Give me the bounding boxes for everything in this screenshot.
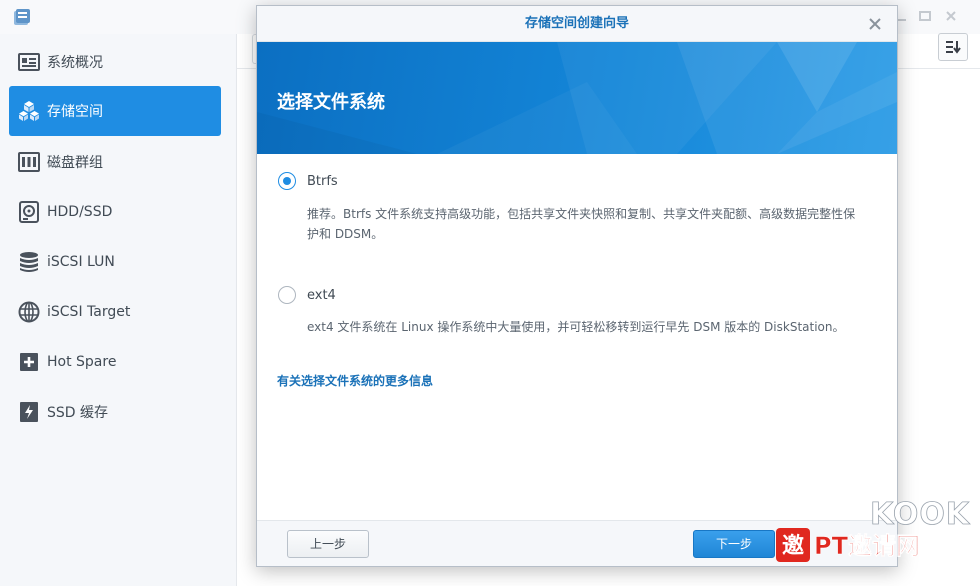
ext4-label[interactable]: ext4	[307, 288, 336, 303]
storage-cubes-icon	[18, 100, 40, 122]
storage-manager-app-icon	[11, 6, 33, 28]
watermark-text: PT邀请网	[814, 532, 920, 560]
globe-icon	[18, 301, 40, 323]
watermark-brand: KOOK	[870, 497, 971, 532]
sidebar-item-label: 存储空间	[47, 104, 103, 120]
sidebar-item-overview[interactable]: 系统概况	[9, 37, 221, 87]
sidebar-item-label: HDD/SSD	[47, 204, 113, 220]
ext4-radio[interactable]	[278, 286, 296, 304]
btrfs-description: 推荐。Btrfs 文件系统支持高级功能，包括共享文件夹快照和复制、共享文件夹配额…	[307, 204, 867, 244]
btrfs-radio[interactable]	[278, 172, 296, 190]
storage-creation-wizard-dialog: 存储空间创建向导 选择文件系统 Btrfs 推荐。Btrfs 文件系统支持高级功…	[256, 5, 898, 567]
more-info-link[interactable]: 有关选择文件系统的更多信息	[277, 372, 433, 389]
watermark: KOOK 邀 PT邀请网	[776, 494, 976, 582]
maximize-icon[interactable]	[918, 8, 932, 22]
sidebar-item-storage[interactable]: 存储空间	[9, 86, 221, 136]
database-stack-icon	[18, 251, 40, 273]
overview-card-icon	[18, 51, 40, 73]
sidebar-item-hot-spare[interactable]: Hot Spare	[9, 337, 221, 387]
ssd-cache-icon	[18, 401, 40, 423]
sidebar-item-label: iSCSI LUN	[47, 254, 115, 270]
previous-button[interactable]: 上一步	[287, 530, 369, 558]
btrfs-description-line: 护和 DDSM。	[307, 227, 384, 241]
ext4-description: ext4 文件系统在 Linux 操作系统中大量使用，并可轻松移转到运行早先 D…	[307, 317, 867, 337]
disk-group-icon	[18, 151, 40, 173]
dialog-title: 存储空间创建向导	[524, 16, 629, 31]
sidebar-item-label: 磁盘群组	[47, 155, 103, 171]
btrfs-label[interactable]: Btrfs	[307, 174, 338, 189]
sidebar-item-ssd-cache[interactable]: SSD 缓存	[9, 387, 221, 437]
hard-disk-icon	[18, 201, 40, 223]
sidebar-item-iscsi-lun[interactable]: iSCSI LUN	[9, 237, 221, 287]
dialog-titlebar[interactable]: 存储空间创建向导	[257, 6, 897, 42]
sidebar-item-label: SSD 缓存	[47, 405, 109, 421]
close-icon[interactable]	[867, 16, 883, 32]
next-button[interactable]: 下一步	[693, 530, 775, 558]
sidebar-item-label: Hot Spare	[47, 354, 117, 370]
sidebar-item-label: iSCSI Target	[47, 304, 131, 320]
sort-icon	[946, 41, 961, 54]
wizard-banner: 选择文件系统	[257, 42, 897, 154]
plus-box-icon	[18, 351, 40, 373]
sidebar-item-label: 系统概况	[47, 55, 103, 71]
ext4-description-line: ext4 文件系统在 Linux 操作系统中大量使用，并可轻松移转到运行早先 D…	[307, 320, 845, 334]
watermark-badge-char: 邀	[782, 534, 804, 559]
window-close-icon[interactable]	[944, 8, 958, 22]
wizard-step-title: 选择文件系统	[277, 92, 385, 113]
watermark-logo: KOOK 邀 PT邀请网	[776, 497, 971, 562]
sidebar-item-disk-group[interactable]: 磁盘群组	[9, 137, 221, 187]
sort-button[interactable]	[938, 33, 968, 61]
sidebar-item-iscsi-target[interactable]: iSCSI Target	[9, 287, 221, 337]
sidebar-item-hdd-ssd[interactable]: HDD/SSD	[9, 187, 221, 237]
btrfs-description-line: 推荐。Btrfs 文件系统支持高级功能，包括共享文件夹快照和复制、共享文件夹配额…	[307, 207, 856, 221]
